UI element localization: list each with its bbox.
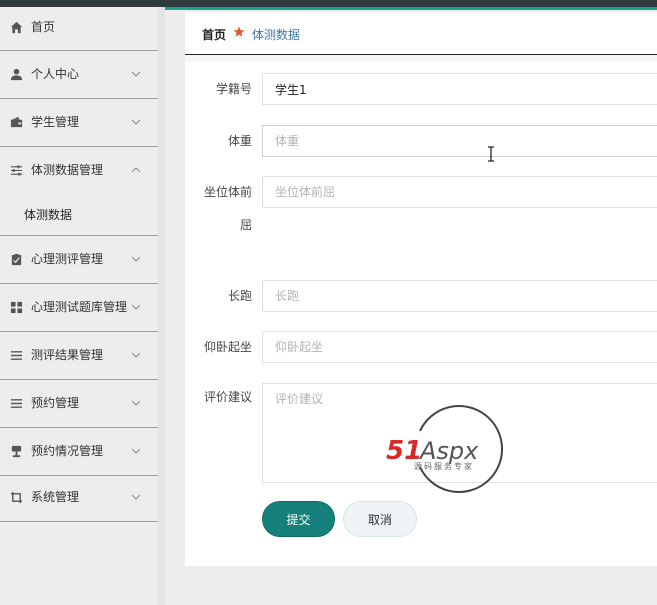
crop-icon	[10, 491, 23, 504]
sidebar-divider	[158, 7, 165, 605]
sidebar-item-label: 首页	[31, 20, 56, 34]
chevron-down-icon	[131, 119, 141, 125]
sit-reach-field[interactable]	[262, 176, 657, 208]
sidebar-item-students[interactable]: 学生管理	[0, 99, 158, 147]
breadcrumb: 首页 体测数据	[185, 12, 657, 55]
clipboard-icon	[11, 253, 22, 266]
breadcrumb-home[interactable]: 首页	[202, 26, 226, 43]
advice-label: 评价建议	[203, 390, 252, 404]
sidebar-item-system[interactable]: 系统管理	[0, 476, 158, 522]
sidebar-item-physical-test[interactable]: 体测数据管理 体测数据	[0, 147, 158, 236]
header-accent-line	[160, 7, 657, 10]
sidebar: 首页 个人中心 学生管理 体测数据管理 体测数据 心理测评管理 心理测试题库管理…	[0, 7, 158, 605]
chevron-down-icon	[131, 448, 141, 454]
sidebar-item-question-bank[interactable]: 心理测试题库管理	[0, 284, 158, 332]
home-icon	[10, 21, 23, 34]
chevron-down-icon	[131, 400, 141, 406]
watermark-brand-aspx: Aspx	[418, 437, 479, 465]
watermark-logo: 51 Aspx 源码服务专家	[386, 405, 503, 493]
list-icon	[10, 351, 23, 360]
sidebar-item-label: 心理测评管理	[31, 252, 104, 266]
breadcrumb-current: 体测数据	[252, 28, 301, 42]
chevron-down-icon	[131, 352, 141, 358]
long-run-field[interactable]	[262, 280, 657, 312]
sidebar-item-label: 个人中心	[31, 67, 80, 81]
list-icon	[10, 399, 23, 408]
sidebar-item-label: 体测数据管理	[31, 163, 104, 177]
sidebar-item-home[interactable]: 首页	[0, 7, 158, 51]
situps-label: 仰卧起坐	[203, 340, 252, 354]
chevron-down-icon	[131, 304, 141, 310]
chevron-down-icon	[131, 71, 141, 77]
user-icon	[10, 68, 23, 81]
cancel-button[interactable]: 取消	[343, 501, 417, 537]
student-no-field[interactable]	[262, 73, 657, 105]
sliders-icon	[10, 165, 23, 176]
sit-reach-label-line1: 坐位体前	[203, 185, 252, 199]
chevron-down-icon	[131, 256, 141, 262]
long-run-label: 长跑	[227, 289, 252, 303]
sidebar-item-label: 系统管理	[31, 490, 80, 504]
sidebar-item-label: 测评结果管理	[31, 348, 104, 362]
weight-field[interactable]	[262, 125, 657, 157]
wallet-icon	[10, 116, 23, 128]
sidebar-item-label: 预约管理	[31, 396, 80, 410]
top-header-bar	[0, 0, 657, 7]
sidebar-item-results[interactable]: 测评结果管理	[0, 332, 158, 380]
star-icon	[233, 26, 245, 37]
weight-label: 体重	[227, 134, 252, 148]
sidebar-item-appointment-status[interactable]: 预约情况管理	[0, 428, 158, 476]
grid-icon	[10, 301, 23, 314]
student-no-label: 学籍号	[215, 82, 252, 96]
sit-reach-label-line2: 屈	[239, 218, 252, 232]
situps-field[interactable]	[262, 331, 657, 363]
submit-button[interactable]: 提交	[262, 501, 335, 537]
sidebar-item-label: 预约情况管理	[31, 444, 104, 458]
sidebar-item-label: 学生管理	[31, 115, 80, 129]
stamp-icon	[11, 445, 22, 458]
chevron-up-icon	[131, 167, 141, 173]
sidebar-subitem-physical-data[interactable]: 体测数据	[24, 206, 72, 223]
chevron-down-icon	[131, 494, 141, 500]
sidebar-item-psych-assessment[interactable]: 心理测评管理	[0, 236, 158, 284]
watermark-tagline: 源码服务专家	[414, 461, 474, 471]
sidebar-item-appointments[interactable]: 预约管理	[0, 380, 158, 428]
sidebar-item-label: 心理测试题库管理	[31, 300, 128, 314]
text-cursor-icon	[488, 146, 494, 162]
sidebar-item-profile[interactable]: 个人中心	[0, 51, 158, 99]
